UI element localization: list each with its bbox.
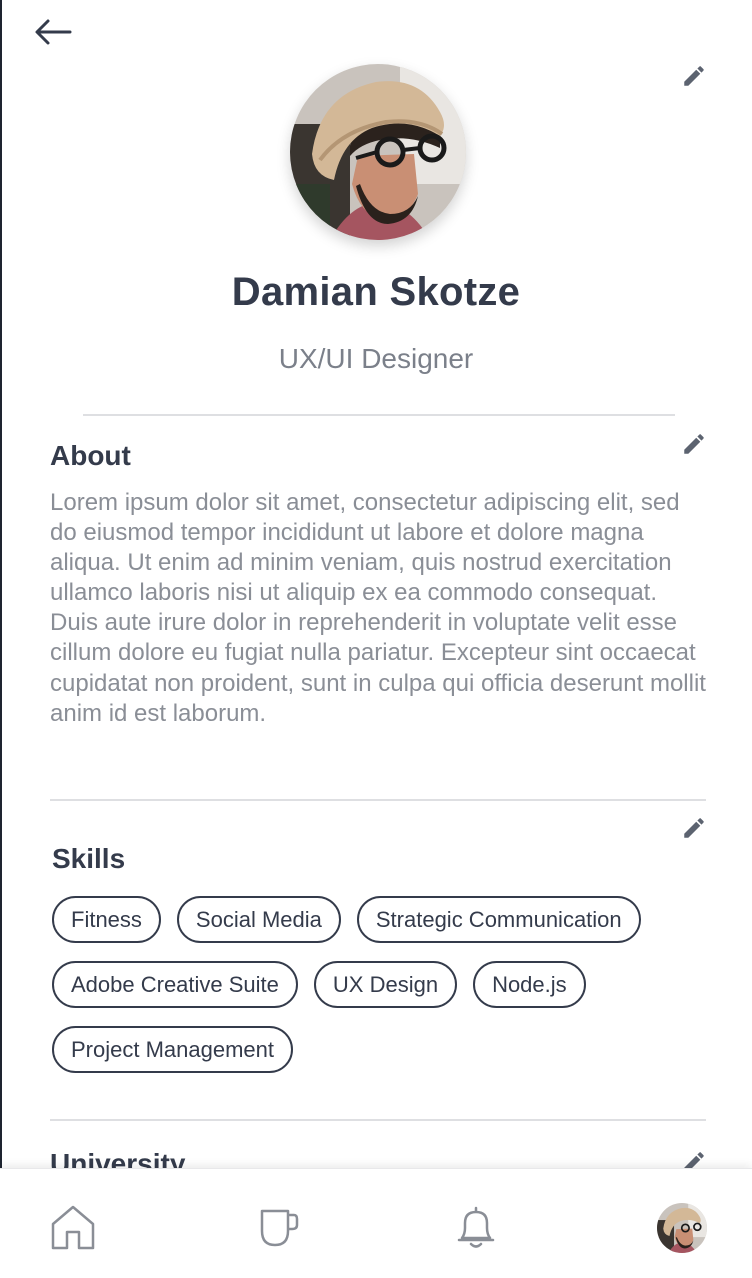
divider bbox=[83, 414, 675, 416]
edit-skills-button[interactable] bbox=[678, 812, 710, 844]
skill-chip[interactable]: Strategic Communication bbox=[356, 896, 641, 943]
arrow-left-icon bbox=[35, 19, 72, 45]
skill-chip[interactable]: Fitness bbox=[52, 896, 161, 943]
coffee-cup-icon bbox=[260, 1209, 299, 1247]
profile-photo bbox=[290, 64, 466, 240]
skill-chip[interactable]: Social Media bbox=[176, 896, 341, 943]
skill-chip[interactable]: Node.js bbox=[473, 961, 586, 1008]
edit-about-button[interactable] bbox=[678, 428, 710, 460]
pencil-icon bbox=[684, 818, 704, 838]
skills-list: Fitness Social Media Strategic Communica… bbox=[52, 896, 722, 1073]
skill-chip[interactable]: Adobe Creative Suite bbox=[52, 961, 298, 1008]
divider bbox=[50, 799, 706, 801]
about-title: About bbox=[50, 440, 131, 471]
bell-icon bbox=[457, 1206, 495, 1248]
about-text: Lorem ipsum dolor sit amet, consectetur … bbox=[50, 489, 706, 727]
pencil-icon bbox=[684, 66, 704, 86]
divider bbox=[50, 1119, 706, 1121]
nav-home[interactable] bbox=[45, 1199, 101, 1255]
profile-name: Damian Skotze bbox=[231, 270, 521, 314]
nav-profile-avatar[interactable] bbox=[657, 1203, 707, 1253]
nav-notifications[interactable] bbox=[448, 1199, 504, 1255]
profile-role: UX/UI Designer bbox=[278, 343, 474, 374]
pencil-icon bbox=[684, 434, 704, 454]
nav-coffee[interactable] bbox=[249, 1199, 305, 1255]
profile-avatar[interactable] bbox=[290, 64, 466, 240]
home-icon bbox=[51, 1205, 95, 1250]
skill-chip[interactable]: Project Management bbox=[52, 1026, 293, 1073]
edit-profile-button[interactable] bbox=[678, 60, 710, 92]
bottom-nav bbox=[0, 1168, 752, 1278]
skills-title: Skills bbox=[52, 843, 126, 874]
back-button[interactable] bbox=[28, 12, 76, 52]
skill-chip[interactable]: UX Design bbox=[313, 961, 458, 1008]
profile-photo bbox=[657, 1203, 707, 1253]
screen-edge bbox=[0, 0, 2, 1278]
